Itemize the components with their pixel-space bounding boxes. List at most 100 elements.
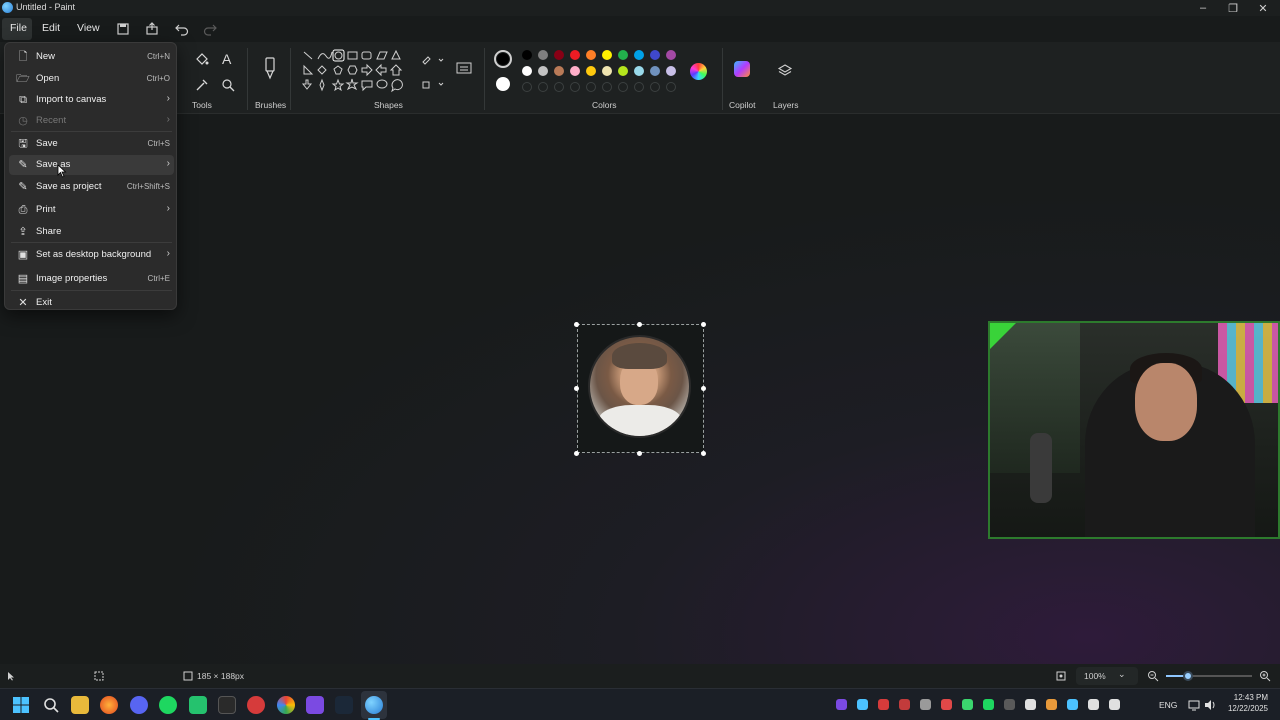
- close-window-button[interactable]: ✕: [1248, 0, 1278, 16]
- fill-icon[interactable]: [194, 51, 210, 67]
- tray-app-icon[interactable]: [857, 699, 868, 710]
- file-menu-item-print[interactable]: ⎙ Print ›: [9, 200, 174, 220]
- color-swatch[interactable]: [602, 50, 612, 60]
- color-swatch[interactable]: [586, 50, 596, 60]
- custom-color-slot[interactable]: [602, 82, 612, 92]
- color-swatch[interactable]: [618, 66, 628, 76]
- save-icon[interactable]: [115, 21, 131, 37]
- shape-outline-fill-icons[interactable]: [420, 52, 448, 92]
- shapes-gallery[interactable]: [300, 48, 406, 98]
- tray-app-icon[interactable]: [1109, 699, 1120, 710]
- file-menu-item-open[interactable]: 🗁 Open Ctrl+O: [9, 69, 174, 89]
- fit-to-window-icon[interactable]: [1055, 670, 1067, 682]
- tray-app-icon[interactable]: [836, 699, 847, 710]
- file-menu-item-exit[interactable]: ✕ Exit: [9, 293, 174, 313]
- color-swatch[interactable]: [522, 50, 532, 60]
- redo-icon[interactable]: [202, 21, 218, 37]
- terminal-app-icon[interactable]: [218, 696, 236, 714]
- color-swatch[interactable]: [650, 66, 660, 76]
- red-app-icon[interactable]: [247, 696, 265, 714]
- resize-handle[interactable]: [701, 322, 706, 327]
- color-swatch[interactable]: [602, 66, 612, 76]
- magnifier-icon[interactable]: [220, 77, 236, 93]
- color-swatch[interactable]: [522, 66, 532, 76]
- custom-color-slot[interactable]: [538, 82, 548, 92]
- zoom-slider-thumb[interactable]: [1182, 671, 1193, 681]
- menu-view[interactable]: View: [77, 22, 100, 34]
- zoom-in-icon[interactable]: [1259, 670, 1271, 682]
- clock-date[interactable]: 12/22/2025: [1222, 704, 1268, 713]
- color-swatch[interactable]: [666, 66, 676, 76]
- undo-icon[interactable]: [174, 21, 190, 37]
- chrome-icon[interactable]: [277, 696, 295, 714]
- zoom-out-icon[interactable]: [1147, 670, 1159, 682]
- resize-handle[interactable]: [574, 451, 579, 456]
- tray-app-icon[interactable]: [1088, 699, 1099, 710]
- color-swatch[interactable]: [634, 50, 644, 60]
- discord-icon[interactable]: [130, 696, 148, 714]
- chat-app-icon[interactable]: [189, 696, 207, 714]
- share-icon[interactable]: [144, 21, 160, 37]
- custom-color-slot[interactable]: [586, 82, 596, 92]
- file-menu-item-save-as[interactable]: ✎ Save as ›: [9, 155, 174, 175]
- file-menu-item-import-to-canvas[interactable]: ⧉ Import to canvas ›: [9, 90, 174, 110]
- file-menu-item-save-as-project[interactable]: ✎ Save as project Ctrl+Shift+S: [9, 177, 174, 197]
- windows-start-icon[interactable]: [12, 696, 30, 714]
- resize-handle[interactable]: [637, 451, 642, 456]
- tray-app-icon[interactable]: [1004, 699, 1015, 710]
- color-swatch[interactable]: [650, 50, 660, 60]
- file-menu-item-share[interactable]: ⇪ Share: [9, 222, 174, 242]
- color-swatch[interactable]: [538, 66, 548, 76]
- resize-handle[interactable]: [701, 386, 706, 391]
- file-menu-item-image-properties[interactable]: ▤ Image properties Ctrl+E: [9, 269, 174, 289]
- firefox-icon[interactable]: [100, 696, 118, 714]
- file-menu-item-save[interactable]: 🖫 Save Ctrl+S: [9, 134, 174, 154]
- color-picker-icon[interactable]: [194, 77, 210, 93]
- language-indicator[interactable]: ENG: [1159, 700, 1177, 710]
- shape-options-icon[interactable]: [455, 61, 473, 77]
- color-swatch[interactable]: [666, 50, 676, 60]
- file-explorer-icon[interactable]: [71, 696, 89, 714]
- tray-app-icon[interactable]: [962, 699, 973, 710]
- search-icon[interactable]: [42, 696, 60, 714]
- layers-icon[interactable]: [777, 63, 793, 79]
- resize-handle[interactable]: [637, 322, 642, 327]
- resize-handle[interactable]: [574, 322, 579, 327]
- minimize-button[interactable]: –: [1188, 0, 1218, 16]
- color-swatch[interactable]: [570, 66, 580, 76]
- tray-app-icon[interactable]: [983, 699, 994, 710]
- color-swatch[interactable]: [570, 50, 580, 60]
- custom-color-slot[interactable]: [570, 82, 580, 92]
- steam-icon[interactable]: [335, 696, 353, 714]
- tray-app-icon[interactable]: [920, 699, 931, 710]
- primary-color-well[interactable]: [494, 50, 512, 68]
- spotify-icon[interactable]: [159, 696, 177, 714]
- color-swatch[interactable]: [586, 66, 596, 76]
- resize-handle[interactable]: [701, 451, 706, 456]
- restore-button[interactable]: ❐: [1218, 0, 1248, 16]
- custom-color-slot[interactable]: [634, 82, 644, 92]
- tray-app-icon[interactable]: [941, 699, 952, 710]
- color-swatch[interactable]: [554, 50, 564, 60]
- custom-color-slot[interactable]: [554, 82, 564, 92]
- network-icon[interactable]: [1188, 699, 1200, 711]
- tray-app-icon[interactable]: [1067, 699, 1078, 710]
- menu-edit[interactable]: Edit: [42, 22, 60, 34]
- clock-time[interactable]: 12:43 PM: [1222, 693, 1268, 702]
- copilot-icon[interactable]: [734, 61, 750, 77]
- color-swatch[interactable]: [634, 66, 644, 76]
- r-app-icon[interactable]: [306, 696, 324, 714]
- file-menu-item-new[interactable]: 🗋 New Ctrl+N: [9, 47, 174, 67]
- resize-handle[interactable]: [574, 386, 579, 391]
- secondary-color-swatch[interactable]: [496, 77, 510, 91]
- custom-color-slot[interactable]: [522, 82, 532, 92]
- tray-app-icon[interactable]: [1046, 699, 1057, 710]
- brush-icon[interactable]: [262, 56, 278, 82]
- custom-color-slot[interactable]: [650, 82, 660, 92]
- color-swatch[interactable]: [618, 50, 628, 60]
- edit-colors-icon[interactable]: [690, 63, 707, 80]
- tray-app-icon[interactable]: [878, 699, 889, 710]
- color-swatch[interactable]: [554, 66, 564, 76]
- tray-app-icon[interactable]: [1025, 699, 1036, 710]
- tray-app-icon[interactable]: [899, 699, 910, 710]
